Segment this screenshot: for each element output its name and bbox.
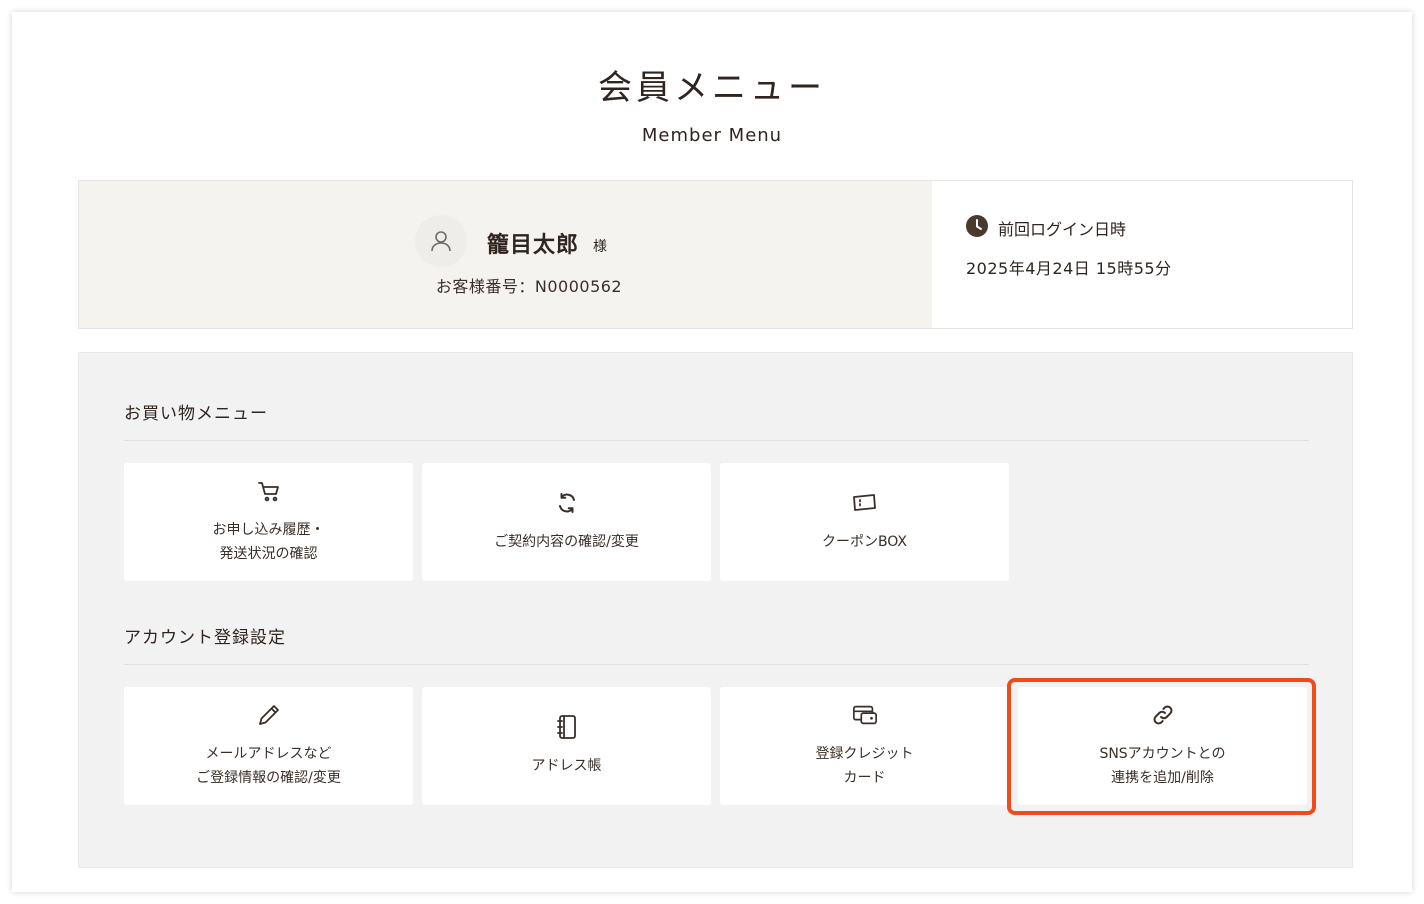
page-title: 会員メニュー [598,68,826,108]
member-name: 籠目太郎 [487,233,580,258]
tile-label: 登録クレジット カード [815,746,914,786]
menu-panel: お買い物メニュー お申し込み履歴・ 発送状況の確認 ご契約内容の確認/変更 クー… [78,352,1353,868]
member-info-box: 籠目太郎 様 お客様番号：N0000562 前回ログイン日時 2025年4月24… [78,180,1353,329]
credit-card-icon [852,702,878,728]
cart-icon [256,478,282,504]
credit-card-tile[interactable]: 登録クレジット カード [720,687,1009,805]
clock-icon [966,215,988,241]
user-icon [415,215,467,267]
tile-label: メールアドレスなど ご登録情報の確認/変更 [196,746,341,786]
page-subtitle: Member Menu [641,125,783,146]
order-history-tile[interactable]: お申し込み履歴・ 発送状況の確認 [124,463,413,581]
address-book-tile[interactable]: アドレス帳 [422,687,711,805]
tile-label: クーポンBOX [821,534,908,550]
ticket-icon [852,490,878,516]
tile-label: お申し込み履歴・ 発送状況の確認 [212,522,325,562]
tile-label: ご契約内容の確認/変更 [494,534,639,550]
member-profile: 籠目太郎 様 お客様番号：N0000562 [79,181,932,328]
pencil-icon [256,702,282,728]
last-login-label-text: 前回ログイン日時 [998,220,1127,239]
shopping-menu-title: お買い物メニュー [124,404,268,424]
notebook-icon [554,714,580,740]
registration-info-tile[interactable]: メールアドレスなど ご登録情報の確認/変更 [124,687,413,805]
account-settings-title: アカウント登録設定 [124,628,286,648]
customer-number: お客様番号：N0000562 [435,277,623,296]
tile-label: アドレス帳 [531,758,602,774]
last-login-value: 2025年4月24日 15時55分 [966,259,1172,278]
section-divider [124,440,1309,441]
page-frame: 会員メニュー Member Menu 籠目太郎 様 お客様番号：N0000562… [12,12,1412,892]
tile-label: SNSアカウントとの 連携を追加/削除 [1099,746,1226,786]
member-honorific: 様 [593,239,607,255]
coupon-box-tile[interactable]: クーポンBOX [720,463,1009,581]
contract-details-tile[interactable]: ご契約内容の確認/変更 [422,463,711,581]
last-login-label: 前回ログイン日時 [966,215,1126,241]
link-icon [1150,702,1176,728]
refresh-icon [554,490,580,516]
section-divider [124,664,1309,665]
sns-link-tile[interactable]: SNSアカウントとの 連携を追加/削除 [1018,687,1307,805]
